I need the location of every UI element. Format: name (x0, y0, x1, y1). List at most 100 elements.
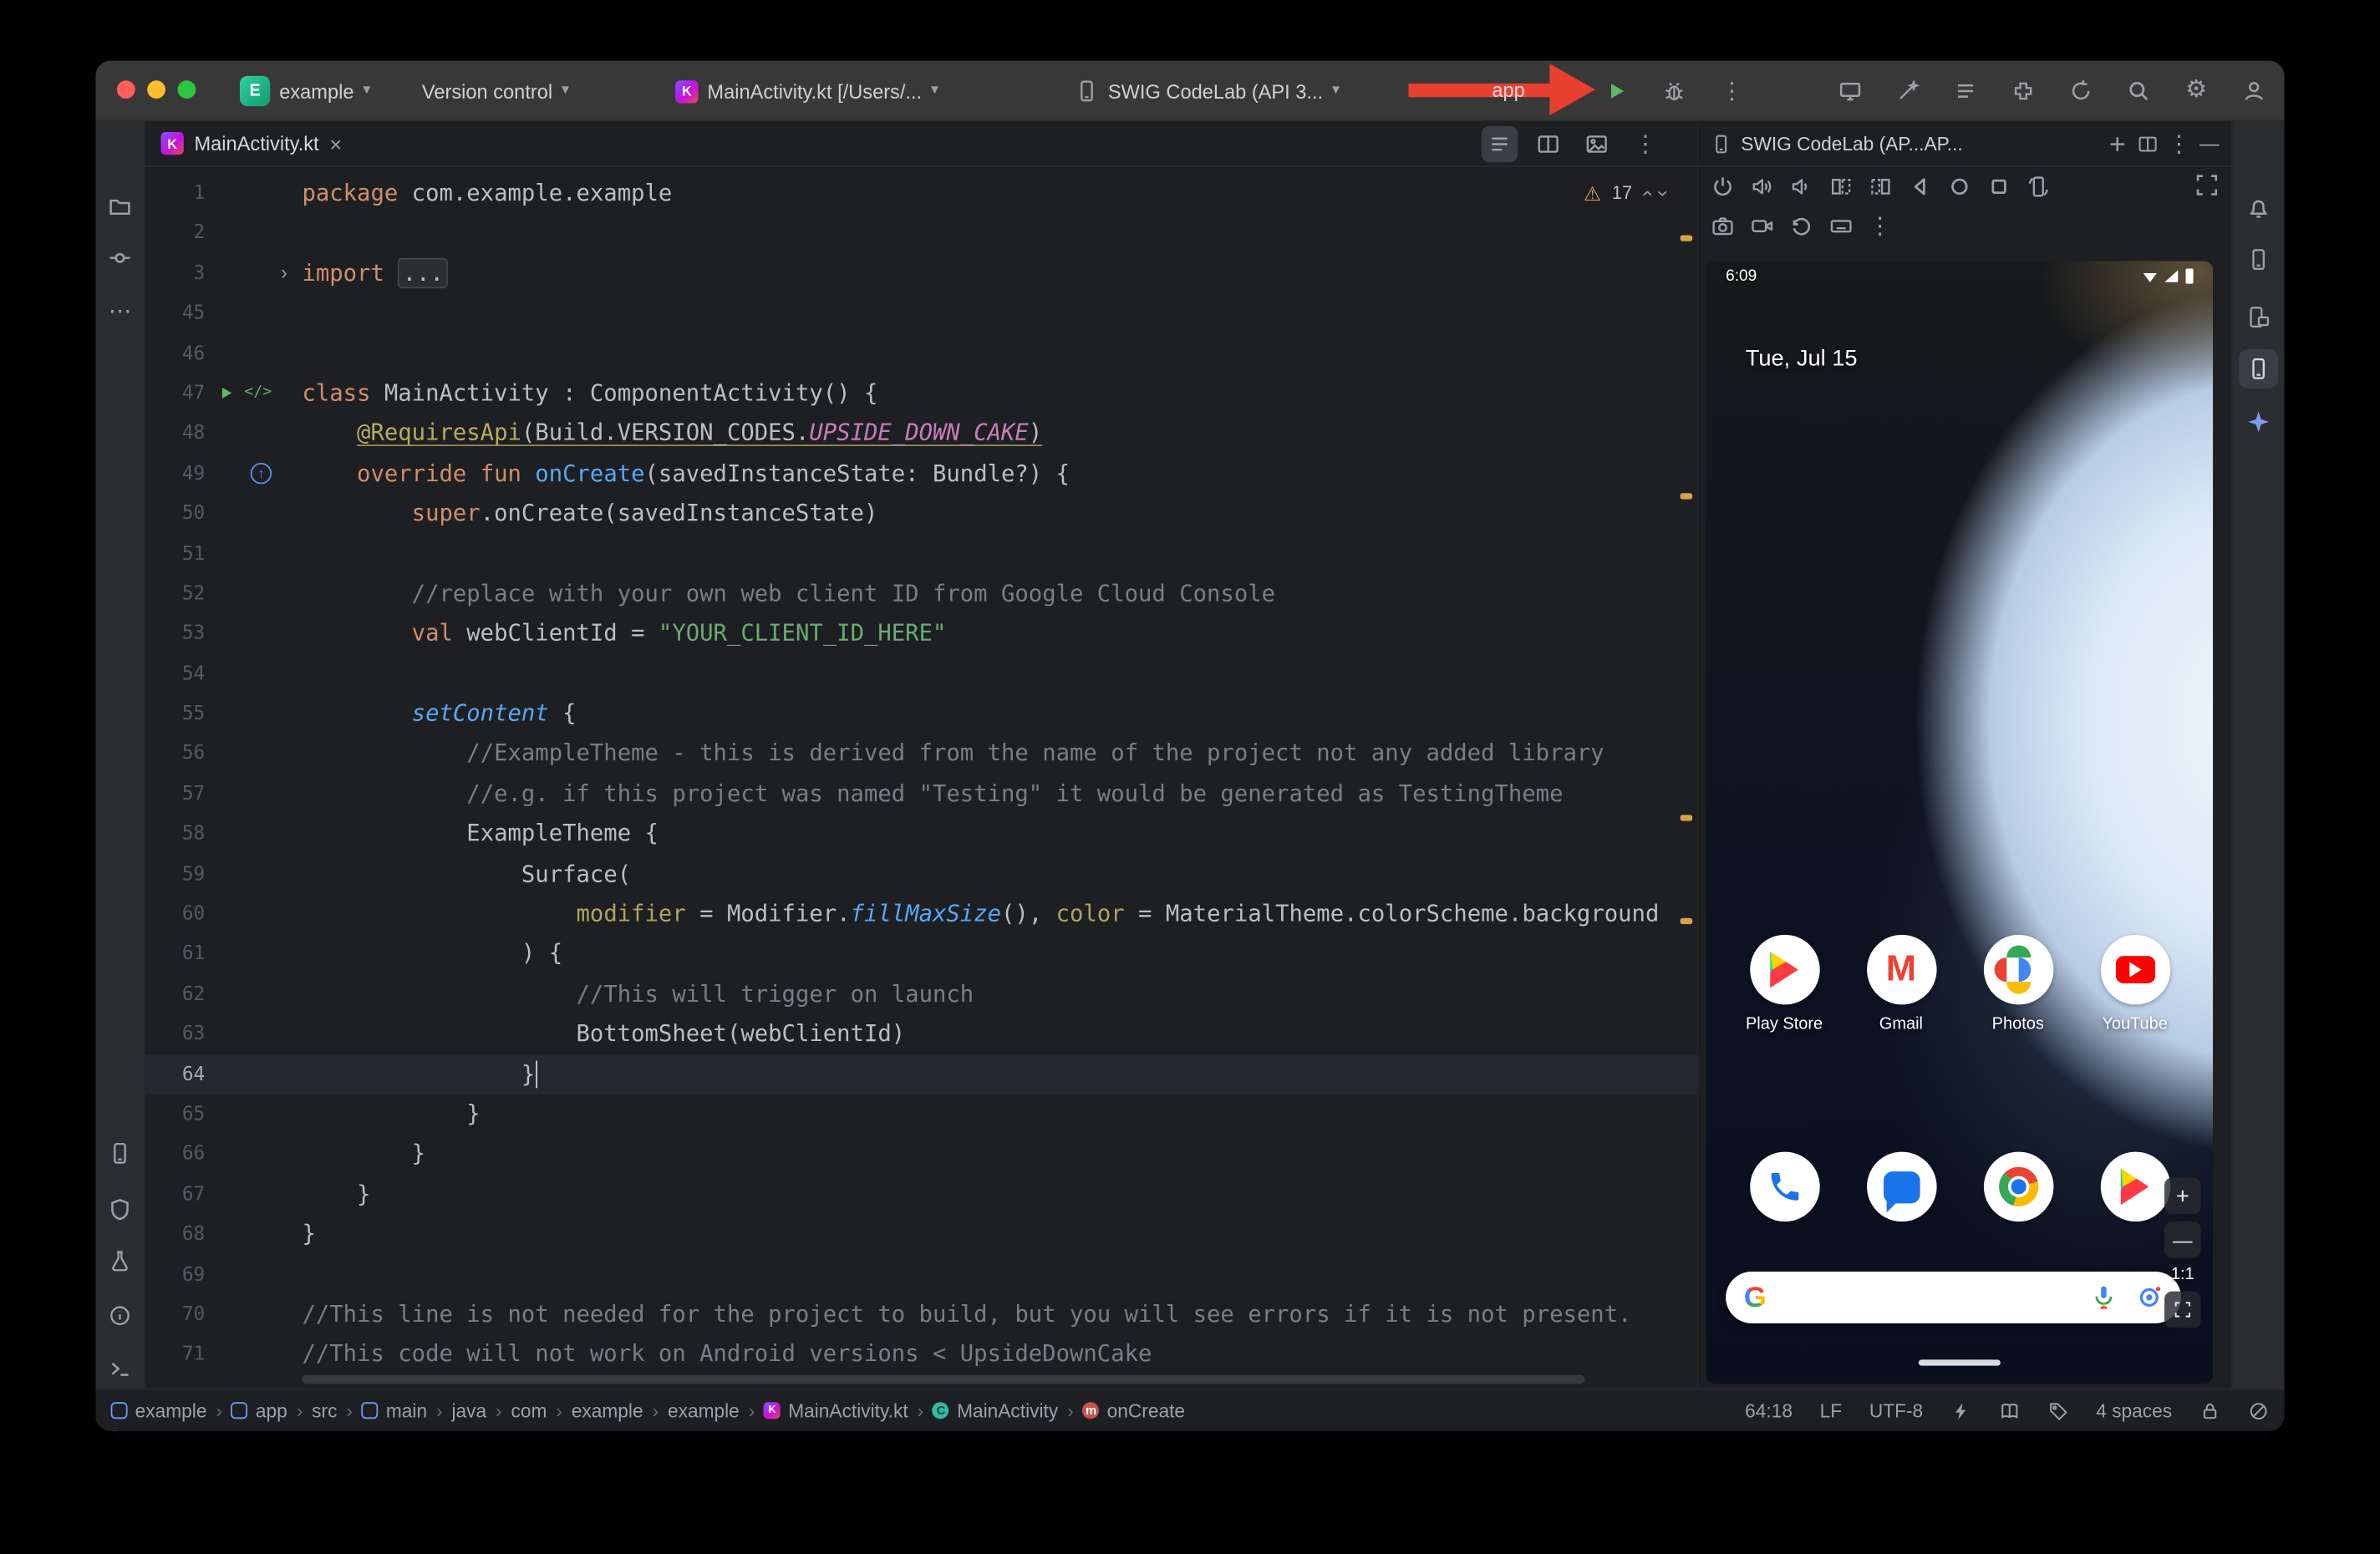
line-number[interactable]: 1 (145, 173, 205, 213)
minimize-window-button[interactable] (147, 80, 165, 99)
code-line[interactable]: 50 super.onCreate(savedInstanceState) (145, 494, 1696, 534)
code-line[interactable]: 71//This code will not work on Android v… (145, 1334, 1696, 1374)
snapshot-restore-icon[interactable] (1789, 214, 1813, 238)
screenshot-camera-icon[interactable] (1711, 214, 1735, 238)
line-number[interactable]: 52 (145, 573, 205, 613)
tab-mainactivity[interactable]: MainActivity.kt (145, 121, 357, 166)
line-number[interactable]: 54 (145, 653, 205, 693)
line-number[interactable]: 64 (145, 1054, 205, 1094)
code-line[interactable]: 60 modifier = Modifier.fillMaxSize(), co… (145, 894, 1696, 934)
line-number[interactable]: 47 (145, 373, 205, 414)
home-indicator-bar[interactable] (1919, 1359, 2001, 1365)
power-save-icon[interactable] (1950, 1400, 1971, 1421)
line-number[interactable]: 70 (145, 1294, 205, 1334)
breadcrumb-item[interactable]: MainActivity.kt (764, 1400, 908, 1421)
mic-icon[interactable] (2090, 1284, 2118, 1312)
line-number[interactable]: 55 (145, 693, 205, 734)
panel-options-icon[interactable] (2168, 130, 2190, 157)
file-switcher[interactable]: MainActivity.kt [/Users/... (675, 61, 938, 122)
terminal-button[interactable] (104, 1352, 137, 1385)
overview-icon[interactable] (1987, 175, 2011, 199)
google-search-bar[interactable]: G (1726, 1272, 2181, 1323)
line-number[interactable]: 67 (145, 1174, 205, 1214)
breadcrumb-item[interactable]: main (362, 1400, 427, 1421)
run-line-button[interactable] (217, 383, 236, 402)
code-line[interactable]: 66 } (145, 1134, 1696, 1174)
line-number[interactable]: 61 (145, 934, 205, 974)
code-line[interactable]: 70//This line is not needed for the proj… (145, 1294, 1696, 1334)
split-panel-icon[interactable] (2137, 133, 2158, 154)
code-line[interactable]: 58 ExampleTheme { (145, 814, 1696, 854)
project-tool-button[interactable] (104, 190, 137, 223)
code-editor[interactable]: 1package com.example.example23›import ..… (145, 167, 1696, 1375)
todo-list-button[interactable] (1947, 73, 1984, 109)
fit-screen-icon[interactable] (2194, 173, 2219, 197)
more-tool-windows-button[interactable] (104, 294, 137, 328)
version-control-selector[interactable]: Version control (422, 61, 569, 122)
fit-to-window-button[interactable] (2164, 1292, 2201, 1328)
account-button[interactable] (2235, 73, 2272, 109)
zoom-out-button[interactable] (2164, 1221, 2201, 1258)
line-number[interactable]: 2 (145, 213, 205, 253)
emulator-screen[interactable]: 6:09 Tue, Jul 15 Play StoreMGmailPhotosY… (1706, 261, 2214, 1384)
run-button[interactable] (1599, 73, 1635, 109)
hide-panel-icon[interactable] (2199, 132, 2220, 155)
indent-setting[interactable]: 4 spaces (2096, 1400, 2172, 1421)
code-line[interactable]: 46 (145, 333, 1696, 373)
device-manager-button[interactable] (104, 1136, 137, 1170)
line-number[interactable]: 59 (145, 854, 205, 894)
code-line[interactable]: 57 //e.g. if this project was named "Tes… (145, 774, 1696, 814)
analysis-warning-mark[interactable] (1681, 918, 1693, 924)
dock-app-messages[interactable] (1848, 1152, 1954, 1222)
code-line[interactable]: 53 val webClientId = "YOUR_CLIENT_ID_HER… (145, 613, 1696, 653)
line-number[interactable]: 71 (145, 1334, 205, 1374)
emulator-more-icon[interactable] (1869, 212, 1891, 240)
line-number[interactable]: 68 (145, 1214, 205, 1254)
breadcrumb-item[interactable]: example (111, 1400, 207, 1421)
override-marker-icon[interactable]: ↑ (251, 462, 272, 483)
app-inspection-button[interactable] (104, 1244, 137, 1277)
analysis-warning-mark[interactable] (1681, 493, 1693, 499)
settings-button[interactable] (2178, 73, 2215, 109)
gradle-sync-button[interactable] (2062, 73, 2099, 109)
editor-options-button[interactable] (1627, 126, 1664, 163)
code-line[interactable]: 2 (145, 213, 1696, 253)
notifications-button[interactable] (2239, 188, 2278, 227)
line-number[interactable]: 56 (145, 734, 205, 774)
run-configuration-label[interactable]: app (1492, 79, 1524, 101)
line-number[interactable]: 69 (145, 1254, 205, 1294)
volume-up-icon[interactable] (1750, 175, 1774, 199)
app-shortcut-youtube[interactable]: YouTube (2082, 935, 2188, 1033)
line-number[interactable]: 58 (145, 814, 205, 854)
plugins-button[interactable] (2005, 73, 2042, 109)
line-number[interactable]: 50 (145, 494, 205, 534)
code-line[interactable]: 68} (145, 1214, 1696, 1254)
code-line[interactable]: 52 //replace with your own web client ID… (145, 573, 1696, 613)
code-line[interactable]: 54 (145, 653, 1696, 693)
design-view-button[interactable] (1579, 126, 1615, 163)
code-line[interactable]: 51 (145, 533, 1696, 573)
commit-tool-button[interactable] (104, 241, 137, 275)
code-line[interactable]: 65 } (145, 1094, 1696, 1135)
breadcrumb-item[interactable]: java (451, 1400, 486, 1421)
breadcrumb-item[interactable]: example (572, 1400, 643, 1421)
lock-icon[interactable] (2199, 1400, 2220, 1421)
line-number[interactable]: 45 (145, 293, 205, 333)
close-tab-icon[interactable] (329, 133, 342, 154)
power-icon[interactable] (1711, 175, 1735, 199)
inspections-toggle-icon[interactable] (2248, 1400, 2269, 1421)
line-number[interactable]: 62 (145, 974, 205, 1014)
line-number[interactable]: 51 (145, 533, 205, 573)
more-run-actions-button[interactable] (1714, 73, 1751, 109)
running-devices-button[interactable] (2239, 349, 2278, 388)
code-view-button[interactable] (1482, 126, 1518, 163)
split-view-button[interactable] (1530, 126, 1567, 163)
fold-arrow-icon[interactable]: › (281, 253, 287, 293)
breadcrumb-item[interactable]: MainActivity (933, 1400, 1058, 1421)
app-shortcut-playstore[interactable]: Play Store (1731, 935, 1837, 1033)
zoom-window-button[interactable] (178, 80, 196, 99)
dock-app-chrome[interactable] (1965, 1152, 2071, 1222)
device-manager-button[interactable] (2239, 240, 2278, 279)
device-selector[interactable]: SWIG CodeLab (API 3... (1075, 61, 1340, 122)
rotate-device-icon[interactable] (2027, 175, 2051, 199)
